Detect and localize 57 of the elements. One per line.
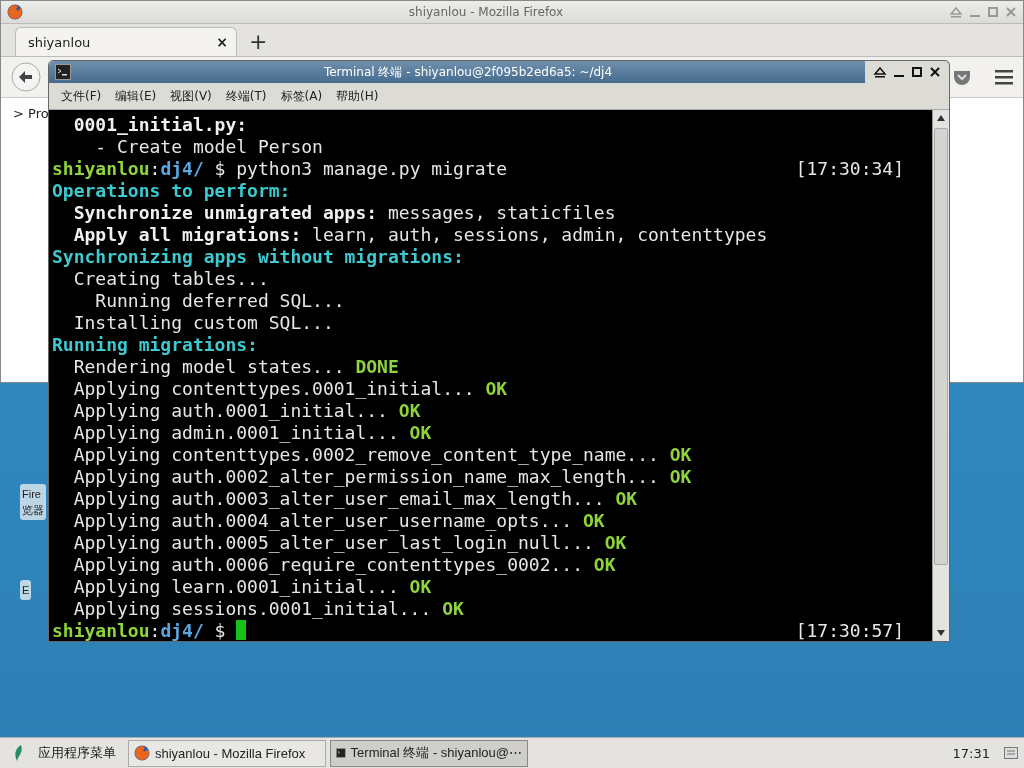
terminal-line: Creating tables... [72, 267, 269, 289]
terminal-line: Applying contenttypes.0002_remove_content_type_name... OK [72, 443, 692, 465]
menu-item[interactable]: 标签(A) [280, 87, 323, 105]
maximize-icon[interactable] [911, 66, 923, 78]
menu-item[interactable]: 编辑(E) [115, 87, 157, 105]
terminal-line: Running deferred SQL... [94, 289, 345, 311]
desktop-icon-label[interactable]: E [20, 580, 32, 600]
menu-item[interactable]: 帮助(H) [336, 87, 379, 105]
timestamp: [17:30:34] [795, 157, 904, 179]
terminal-line: Apply all migrations: learn, auth, sessions, admin, contenttypes [72, 223, 768, 245]
terminal-line: Operations to perform: [52, 179, 291, 201]
terminal-line: shiyanlou:dj4/ $ python3 manage.py migrate [52, 157, 508, 179]
terminal-line: Applying contenttypes.0001_initial... OK [72, 377, 508, 399]
pocket-icon[interactable] [953, 69, 971, 85]
terminal-line: Rendering model states... DONE [72, 355, 399, 377]
scroll-thumb[interactable] [934, 128, 948, 565]
taskbar-button[interactable]: shiyanlou - Mozilla Firefox [128, 739, 326, 767]
menu-icon[interactable] [995, 69, 1013, 85]
window-title: Terminal 终端 - shiyanlou@2f095b2ed6a5: ~/dj4 [322, 63, 614, 81]
terminal-line: Applying auth.0005_alter_user_last_login_null... OK [72, 531, 627, 553]
applications-menu-button[interactable]: 应用程序菜单 [6, 744, 124, 762]
terminal-line: Running migrations: [52, 333, 258, 355]
terminal-icon [336, 745, 346, 761]
terminal-line: 0001_initial.py: [72, 113, 248, 135]
close-icon[interactable] [929, 66, 941, 78]
terminal-line: Installing custom SQL... [72, 311, 334, 333]
terminal-line: Applying auth.0001_initial... OK [72, 399, 421, 421]
terminal-icon [55, 64, 71, 80]
menu-item[interactable]: 终端(T) [225, 87, 267, 105]
terminal-line: Applying auth.0003_alter_user_email_max_length... OK [72, 487, 638, 509]
terminal-line: Applying admin.0001_initial... OK [72, 421, 432, 443]
terminal-line: Applying learn.0001_initial... OK [72, 575, 432, 597]
menu-item[interactable]: 文件(F) [61, 87, 102, 105]
terminal-line: Applying auth.0002_alter_permission_name_max_length... OK [72, 465, 692, 487]
firefox-icon [134, 745, 150, 761]
terminal-line: Applying sessions.0001_initial... OK [72, 597, 464, 619]
keyboard-icon[interactable] [1004, 747, 1018, 759]
back-button[interactable] [11, 62, 41, 92]
tab-close-button[interactable]: × [216, 34, 228, 50]
terminal-line: Synchronize unmigrated apps: messages, staticfiles [72, 201, 616, 223]
firefox-icon [7, 4, 23, 20]
shade-icon[interactable] [873, 66, 887, 78]
taskbar-button[interactable]: Terminal 终端 - shiyanlou@⋯ [330, 739, 528, 767]
terminal-line: Applying auth.0004_alter_user_username_opts... OK [72, 509, 605, 531]
terminal-line: - Create model Person [94, 135, 323, 157]
menu-item[interactable]: 视图(V) [170, 87, 212, 105]
browser-tab[interactable]: shiyanlou × [15, 27, 237, 56]
scrollbar[interactable] [932, 110, 949, 641]
timestamp: [17:30:57] [795, 619, 904, 641]
desktop-icon-label[interactable]: Fire 览器 [20, 484, 46, 520]
new-tab-button[interactable]: + [249, 29, 268, 54]
terminal-line: Synchronizing apps without migrations: [52, 245, 464, 267]
window-title: shiyanlou - Mozilla Firefox [407, 5, 565, 19]
terminal-line: Applying auth.0006_require_contenttypes_0002... OK [72, 553, 616, 575]
page-text: > Pro [13, 106, 49, 121]
terminal-line: shiyanlou:dj4/ $ [52, 619, 227, 641]
clock: 17:31 [952, 745, 990, 761]
